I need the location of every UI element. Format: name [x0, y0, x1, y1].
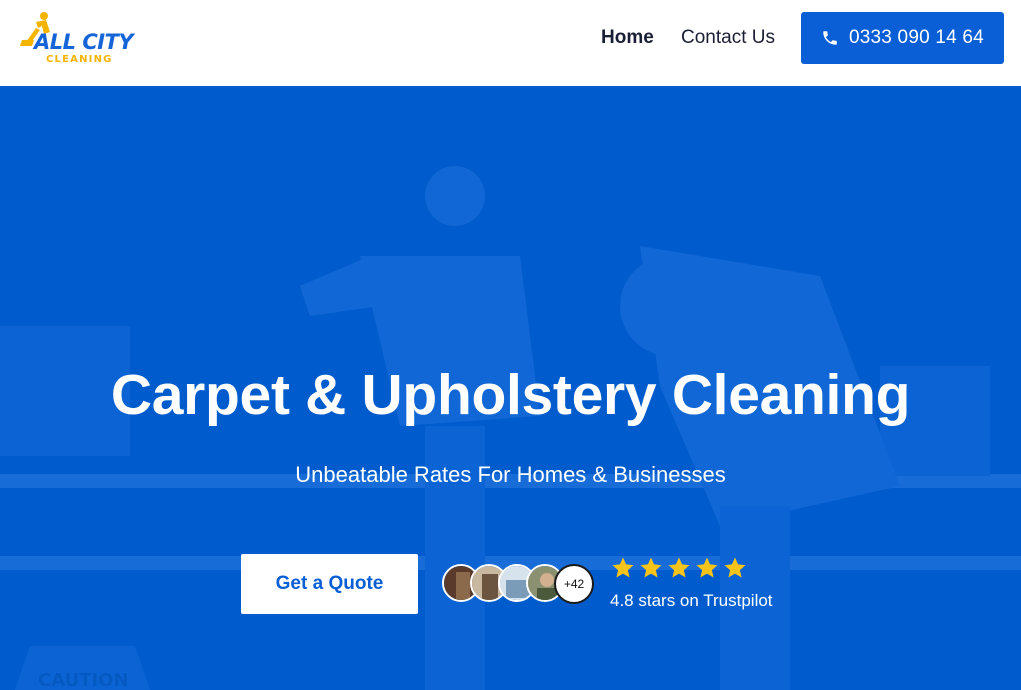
avatar-more-count: +42	[554, 564, 594, 604]
hero-section: CAUTION Carpet & Upholstery Cleaning Unb…	[0, 86, 1021, 690]
nav-contact-us[interactable]: Contact Us	[681, 27, 775, 49]
phone-number: 0333 090 14 64	[849, 27, 984, 48]
phone-button[interactable]: 0333 090 14 64	[801, 12, 1004, 64]
logo[interactable]: ALL CITY CLEANING	[16, 10, 134, 70]
caution-sign-text: CAUTION	[38, 670, 129, 690]
phone-icon	[823, 31, 837, 45]
hero-subtitle: Unbeatable Rates For Homes & Businesses	[295, 462, 726, 487]
star-icon	[612, 557, 634, 578]
reviewer-avatars: +42	[442, 564, 602, 604]
hero-title: Carpet & Upholstery Cleaning	[110, 363, 911, 427]
nav-home[interactable]: Home	[601, 27, 654, 49]
rating-text: 4.8 stars on Trustpilot	[610, 591, 773, 610]
star-rating	[611, 556, 747, 582]
star-icon	[696, 557, 718, 578]
star-icon	[640, 557, 662, 578]
star-icon	[724, 557, 746, 578]
site-header: ALL CITY CLEANING Home Contact Us 0333 0…	[0, 0, 1021, 86]
star-icon	[668, 557, 690, 578]
logo-line2: CLEANING	[46, 54, 113, 65]
logo-line1: ALL CITY	[34, 30, 134, 54]
get-quote-button[interactable]: Get a Quote	[241, 554, 418, 614]
